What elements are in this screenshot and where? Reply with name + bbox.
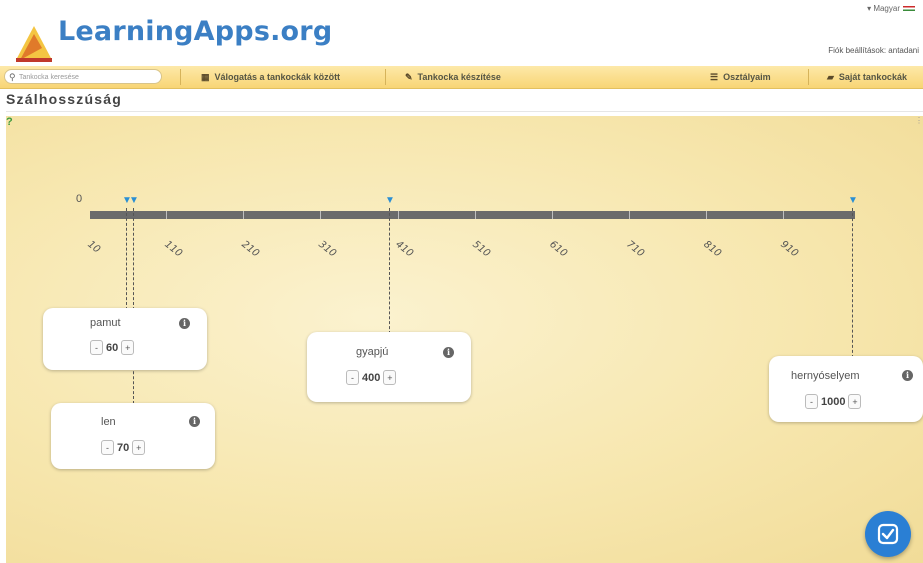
quantity-stepper: - 60 + [90,339,135,356]
search-icon: ⚲ [9,72,16,82]
axis-tick [166,211,167,219]
nav-item-browse[interactable]: ▦ Válogatás a tankockák között [201,66,340,88]
card-label: gyapjú [356,346,389,358]
increment-button[interactable]: + [132,440,146,455]
logo-text[interactable]: LearningApps.org [58,16,332,47]
axis-tick-label: 610 [547,239,570,260]
card-gyapju[interactable]: gyapjú i - 400 + [307,332,471,402]
account-settings-link[interactable]: Fiók beállítások: antadani [828,46,919,55]
axis-tick-label: 410 [393,239,416,260]
axis-tick-label: 210 [239,239,262,260]
logo-icon [16,26,52,62]
check-icon [877,523,899,545]
axis-tick-label: 710 [624,239,647,260]
axis-zero-label: 0 [76,193,83,205]
axis-tick [398,211,399,219]
folder-icon: ▰ [827,72,834,82]
nav-item-label: Osztályaim [723,72,771,82]
quantity-stepper: - 70 + [101,439,146,456]
info-icon[interactable]: i [179,318,190,329]
info-icon[interactable]: i [443,347,454,358]
nav-item-label: Tankocka készítése [417,72,501,82]
nav-item-create[interactable]: ✎ Tankocka készítése [405,66,501,88]
flag-icon [903,6,915,12]
stepper-value[interactable]: 70 [114,442,132,454]
increment-button[interactable]: + [121,340,135,355]
axis-tick [552,211,553,219]
axis-tick [243,211,244,219]
nav-separator [808,69,809,85]
stepper-value[interactable]: 1000 [818,396,848,408]
nav-item-label: Saját tankockák [838,72,907,82]
language-selector[interactable]: ▾ Magyar [867,4,915,13]
language-label: Magyar [873,4,900,13]
app-stage: ? ⋮ 0 10 110 210 310 410 510 610 710 810… [6,116,923,563]
marker-hernyoselyem[interactable]: ▼ [848,196,858,206]
axis-tick [783,211,784,219]
axis-tick-label: 910 [778,239,801,260]
increment-button[interactable]: + [848,394,862,409]
connector-len [133,208,134,404]
search-placeholder: Tankocka keresése [19,74,79,81]
navbar: ⚲ Tankocka keresése ▦ Válogatás a tankock… [0,66,923,89]
help-icon[interactable]: ? [6,116,13,128]
stepper-value[interactable]: 60 [103,342,121,354]
axis-tick-label: 510 [470,239,493,260]
axis-tick [320,211,321,219]
stepper-value[interactable]: 400 [359,372,383,384]
axis-tick [629,211,630,219]
card-label: len [101,416,116,428]
axis-tick-label: 810 [701,239,724,260]
quantity-stepper: - 1000 + [805,393,862,410]
search-input[interactable]: ⚲ Tankocka keresése [4,69,162,84]
decrement-button[interactable]: - [90,340,103,355]
table-icon: ☰ [710,72,719,82]
nav-item-my-apps[interactable]: ▰ Saját tankockák [827,66,907,88]
marker-gyapju[interactable]: ▼ [385,196,395,206]
card-label: hernyóselyem [791,370,860,382]
axis-tick-label: 110 [162,239,185,260]
card-label: pamut [90,317,121,329]
number-line [90,211,855,219]
page-title: Szálhosszúság [6,91,122,107]
connector-gyapju [389,208,390,334]
title-divider [6,111,923,112]
grid-icon: ▦ [201,72,210,82]
card-pamut[interactable]: pamut i - 60 + [43,308,207,370]
connector-hernyoselyem [852,208,853,358]
nav-separator [385,69,386,85]
connector-pamut [126,208,127,310]
pencil-icon: ✎ [405,72,413,82]
fullscreen-icon[interactable]: ⋮ [915,116,923,125]
quantity-stepper: - 400 + [346,369,397,386]
axis-tick [475,211,476,219]
check-solution-button[interactable] [865,511,911,557]
info-icon[interactable]: i [902,370,913,381]
decrement-button[interactable]: - [805,394,818,409]
axis-tick [706,211,707,219]
decrement-button[interactable]: - [346,370,359,385]
marker-len[interactable]: ▼ [129,196,139,206]
nav-item-classes[interactable]: ☰ Osztályaim [710,66,771,88]
card-len[interactable]: len i - 70 + [51,403,215,469]
increment-button[interactable]: + [383,370,397,385]
nav-separator [180,69,181,85]
card-hernyoselyem[interactable]: hernyóselyem i - 1000 + [769,356,923,422]
header: LearningApps.org ▾ Magyar Fiók beállítás… [0,0,923,66]
axis-tick-label: 310 [316,239,339,260]
axis-tick-label: 10 [85,239,103,256]
info-icon[interactable]: i [189,416,200,427]
nav-item-label: Válogatás a tankockák között [214,72,341,82]
decrement-button[interactable]: - [101,440,114,455]
